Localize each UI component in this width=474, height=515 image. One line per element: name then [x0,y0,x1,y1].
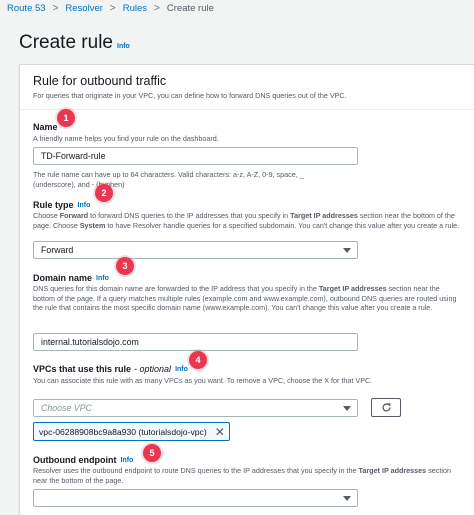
name-label: Name [33,122,58,132]
page-info-link[interactable]: Info [117,43,130,50]
step-badge-4: 4 [189,351,207,369]
rule-type-select[interactable]: Forward [33,241,358,259]
domain-name-info-link[interactable]: Info [96,275,109,282]
domain-name-label: Domain name Info [33,273,109,283]
name-input[interactable]: TD-Forward-rule [33,147,358,165]
close-icon[interactable]: ✕ [215,425,225,439]
outbound-endpoint-info-link[interactable]: Info [120,457,133,464]
rule-type-label: Rule type Info [33,200,91,210]
caret-down-icon [343,496,351,501]
panel-title: Rule for outbound traffic [33,74,167,88]
outbound-endpoint-description: Resolver uses the outbound endpoint to r… [33,466,451,485]
caret-down-icon [343,248,351,253]
page-title-row: Create rule Info [19,32,130,54]
breadcrumb-rules[interactable]: Rules [123,3,147,14]
rule-type-info-link[interactable]: Info [78,202,91,209]
chevron-right-icon: > [52,3,59,14]
domain-name-description: DNS queries for this domain name are for… [33,284,457,313]
vpc-token: vpc-06288908bc9a8a930 (tutorialsdojo-vpc… [33,422,230,441]
chevron-right-icon: > [154,3,160,14]
outbound-endpoint-select[interactable] [33,489,358,507]
vpcs-label: VPCs that use this rule - optional Info [33,364,188,374]
name-description: A friendly name helps you find your rule… [33,134,219,143]
step-badge-2: 2 [95,184,113,202]
breadcrumb-current: Create rule [166,3,214,14]
breadcrumb-route53[interactable]: Route 53 [7,3,46,14]
step-badge-5: 5 [143,444,161,462]
caret-down-icon [343,406,351,411]
panel-divider [20,109,474,110]
step-badge-3: 3 [116,257,134,275]
chevron-right-icon: > [109,3,116,14]
outbound-rule-panel: Rule for outbound traffic For queries th… [19,64,474,515]
refresh-vpcs-button[interactable] [371,398,401,417]
outbound-endpoint-label: Outbound endpoint Info [33,455,134,465]
rule-type-description: Choose Forward to forward DNS queries to… [33,211,460,230]
page-title: Create rule [19,32,113,53]
step-badge-1: 1 [57,109,75,127]
refresh-icon [382,403,391,412]
domain-name-input[interactable]: internal.tutorialsdojo.com [33,333,358,351]
breadcrumb-resolver[interactable]: Resolver [65,3,103,14]
vpc-token-label: vpc-06288908bc9a8a930 (tutorialsdojo-vpc… [39,426,207,437]
vpcs-description: You can associate this rule with as many… [33,376,373,385]
choose-vpc-select[interactable]: Choose VPC [33,399,358,417]
breadcrumb: Route 53 > Resolver > Rules > Create rul… [7,3,214,14]
panel-description: For queries that originate in your VPC, … [33,91,347,100]
vpcs-info-link[interactable]: Info [175,366,188,373]
